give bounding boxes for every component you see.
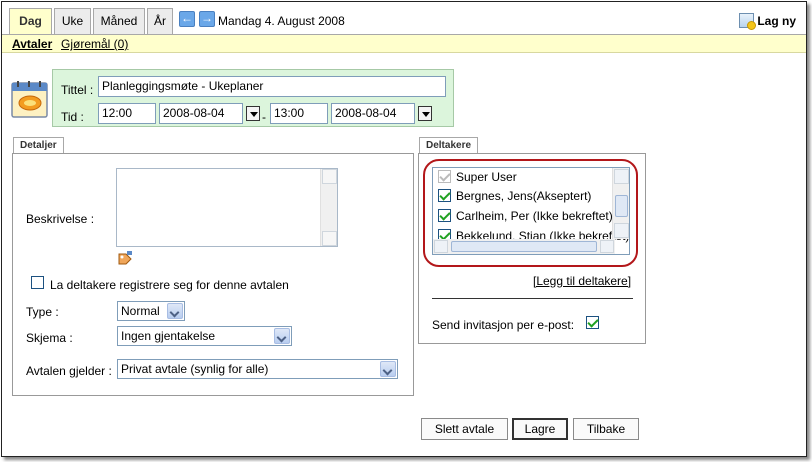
highlight-annotation <box>423 159 638 267</box>
end-time-input[interactable]: 13:00 <box>270 103 328 124</box>
title-input[interactable]: Planleggingsmøte - Ukeplaner <box>98 76 446 97</box>
description-textarea[interactable] <box>116 168 338 247</box>
chevron-down-icon <box>380 361 396 377</box>
next-arrow-icon[interactable]: → <box>199 11 215 27</box>
view-toolbar: Dag Uke Måned År ← → Mandag 4. August 20… <box>2 2 806 35</box>
tab-participants[interactable]: Deltakere <box>419 137 479 154</box>
applies-label: Avtalen gjelder : <box>26 364 112 378</box>
tab-week[interactable]: Uke <box>54 8 91 34</box>
schema-select[interactable]: Ingen gjentakelse <box>117 326 292 346</box>
current-date: Mandag 4. August 2008 <box>218 14 345 28</box>
end-date-picker-icon[interactable] <box>418 106 432 121</box>
scroll-up-icon[interactable] <box>322 169 337 184</box>
spellcheck-icon[interactable] <box>117 251 133 265</box>
title-label: Tittel : <box>61 83 94 97</box>
tab-year[interactable]: År <box>147 8 173 34</box>
add-participants-link[interactable]: [Legg til deltakere] <box>533 274 631 288</box>
tab-details[interactable]: Detaljer <box>13 137 64 154</box>
new-button-label: Lag ny <box>757 14 796 28</box>
time-label: Tid : <box>61 110 84 124</box>
subtab-appointments[interactable]: Avtaler <box>12 37 52 51</box>
send-invite-checkbox[interactable] <box>586 316 599 329</box>
calendar-icon <box>11 81 48 118</box>
time-separator: - <box>262 110 266 124</box>
self-register-label: La deltakere registrere seg for denne av… <box>50 278 289 292</box>
end-date-input[interactable]: 2008-08-04 <box>331 103 415 124</box>
tab-day[interactable]: Dag <box>9 8 52 35</box>
start-time-input[interactable]: 12:00 <box>98 103 156 124</box>
new-button[interactable]: Lag ny <box>739 13 796 30</box>
schema-value: Ingen gjentakelse <box>121 329 216 343</box>
type-label: Type : <box>26 305 59 319</box>
applies-select[interactable]: Privat avtale (synlig for alle) <box>117 359 398 379</box>
back-button[interactable]: Tilbake <box>573 418 639 440</box>
chevron-down-icon <box>274 328 290 344</box>
chevron-down-icon <box>167 303 183 319</box>
subtab-bar: Avtaler Gjøremål (0) <box>2 34 806 53</box>
description-scrollbar[interactable] <box>320 169 337 246</box>
divider <box>432 298 633 299</box>
save-button[interactable]: Lagre <box>512 418 568 440</box>
appointment-window: Dag Uke Måned År ← → Mandag 4. August 20… <box>1 1 807 457</box>
delete-button[interactable]: Slett avtale <box>421 418 508 440</box>
type-select[interactable]: Normal <box>117 301 185 321</box>
applies-value: Privat avtale (synlig for alle) <box>121 362 269 376</box>
appointment-header: Tittel : Planleggingsmøte - Ukeplaner Ti… <box>52 69 454 127</box>
description-label: Beskrivelse : <box>26 212 95 226</box>
subtab-tasks[interactable]: Gjøremål (0) <box>61 37 128 51</box>
self-register-checkbox[interactable] <box>31 276 44 289</box>
scroll-down-icon[interactable] <box>322 231 337 246</box>
new-item-icon <box>739 13 757 30</box>
start-date-input[interactable]: 2008-08-04 <box>159 103 243 124</box>
send-invite-label: Send invitasjon per e-post: <box>432 318 575 332</box>
type-value: Normal <box>121 304 160 318</box>
previous-arrow-icon[interactable]: ← <box>179 11 195 27</box>
tab-month[interactable]: Måned <box>93 8 145 34</box>
schema-label: Skjema : <box>26 331 73 345</box>
start-date-picker-icon[interactable] <box>246 106 260 121</box>
